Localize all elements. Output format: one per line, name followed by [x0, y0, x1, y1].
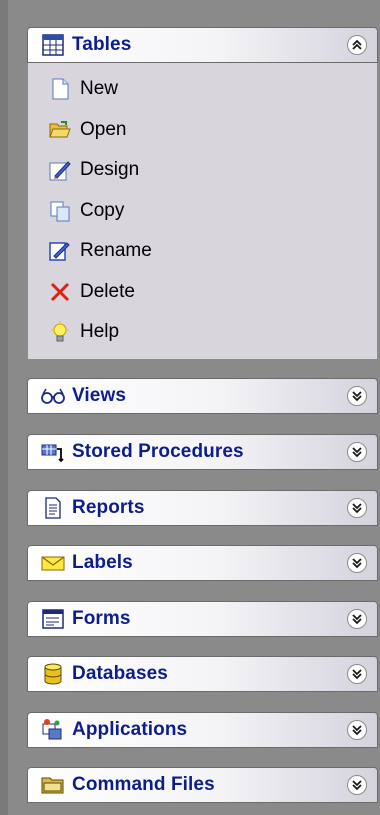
collapse-chevron-up-icon[interactable]: [347, 35, 367, 55]
section-stored-procedures: Stored Procedures: [27, 434, 378, 470]
tables-header[interactable]: Tables: [27, 27, 378, 63]
applications-header[interactable]: Applications: [27, 712, 378, 748]
command-folder-icon: [40, 773, 66, 797]
design-pencil-icon: [48, 158, 72, 182]
section-title: Tables: [72, 34, 132, 55]
help-lightbulb-icon: [48, 320, 72, 344]
report-document-icon: [40, 496, 66, 520]
task-pane: Tables New Open Design Copy Rename Delet…: [0, 0, 380, 815]
section-title: Command Files: [72, 774, 215, 795]
stored-procedures-header[interactable]: Stored Procedures: [27, 434, 378, 470]
delete-x-icon: [48, 280, 72, 304]
glasses-icon: [40, 384, 66, 408]
table-grid-icon: [40, 33, 66, 57]
section-title: Applications: [72, 719, 188, 740]
section-command-files: Command Files: [27, 767, 378, 803]
open-folder-icon: [48, 118, 72, 142]
labels-header[interactable]: Labels: [27, 545, 378, 581]
tables-task-list: New Open Design Copy Rename Delete Help: [27, 63, 378, 360]
task-new[interactable]: New: [28, 69, 377, 110]
expand-chevron-down-icon[interactable]: [347, 720, 367, 740]
views-header[interactable]: Views: [27, 378, 378, 414]
expand-chevron-down-icon[interactable]: [347, 442, 367, 462]
command-files-header[interactable]: Command Files: [27, 767, 378, 803]
task-delete[interactable]: Delete: [28, 272, 377, 313]
rename-icon: [48, 239, 72, 263]
database-cylinder-icon: [40, 662, 66, 686]
new-document-icon: [48, 77, 72, 101]
expand-chevron-down-icon[interactable]: [347, 553, 367, 573]
envelope-icon: [40, 551, 66, 575]
section-title: Labels: [72, 552, 133, 573]
section-title: Reports: [72, 497, 145, 518]
form-icon: [40, 607, 66, 631]
expand-chevron-down-icon[interactable]: [347, 775, 367, 795]
expand-chevron-down-icon[interactable]: [347, 609, 367, 629]
task-rename[interactable]: Rename: [28, 231, 377, 272]
copy-icon: [48, 199, 72, 223]
task-open[interactable]: Open: [28, 110, 377, 151]
section-tables: Tables New Open Design Copy Rename Delet…: [27, 27, 378, 360]
reports-header[interactable]: Reports: [27, 490, 378, 526]
section-applications: Applications: [27, 712, 378, 748]
section-reports: Reports: [27, 490, 378, 526]
expand-chevron-down-icon[interactable]: [347, 664, 367, 684]
task-copy[interactable]: Copy: [28, 191, 377, 232]
stored-procedure-icon: [40, 440, 66, 464]
section-views: Views: [27, 378, 378, 414]
task-help[interactable]: Help: [28, 312, 377, 353]
applications-icon: [40, 718, 66, 742]
section-forms: Forms: [27, 601, 378, 637]
databases-header[interactable]: Databases: [27, 656, 378, 692]
section-title: Views: [72, 385, 127, 406]
task-design[interactable]: Design: [28, 150, 377, 191]
section-title: Databases: [72, 663, 168, 684]
section-title: Stored Procedures: [72, 441, 244, 462]
section-databases: Databases: [27, 656, 378, 692]
forms-header[interactable]: Forms: [27, 601, 378, 637]
expand-chevron-down-icon[interactable]: [347, 498, 367, 518]
section-labels: Labels: [27, 545, 378, 581]
section-title: Forms: [72, 608, 131, 629]
expand-chevron-down-icon[interactable]: [347, 386, 367, 406]
